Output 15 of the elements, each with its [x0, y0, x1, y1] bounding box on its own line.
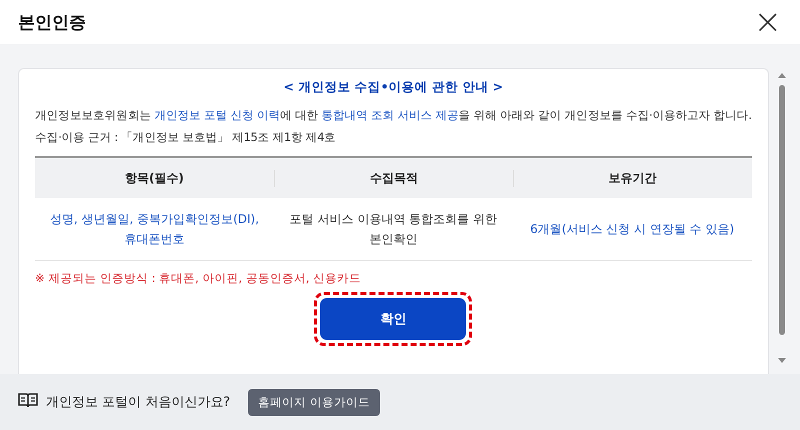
table-cell-text: 성명, 생년월일, 중복가입확인정보(DI), 휴대폰번호	[48, 211, 260, 248]
column-header: 보유기간	[608, 170, 657, 187]
table-cell-text: 포털 서비스 이용내역 통합조회를 위한 본인확인	[288, 211, 498, 248]
intro-text: 개인정보보호위원회는 개인정보 포털 신청 이력에 대한 통합내역 조회 서비스 제공을 위해 아래와 같이 개인정보를 수집·이용하고자 합니다.	[35, 107, 752, 124]
table-cell-text: 6개월(서비스 신청 시 연장될 수 있음)	[530, 221, 734, 238]
guide-button[interactable]: 홈페이지 이용가이드	[248, 388, 380, 416]
column-header: 항목(필수)	[124, 170, 184, 187]
column-header: 수집목적	[370, 170, 418, 187]
close-button[interactable]: ×	[750, 5, 786, 39]
auth-methods-note: ※ 제공되는 인증방식 : 휴대폰, 아이핀, 공동인증서, 신용카드	[35, 271, 362, 286]
first-visit-text: 개인정보 포털이 처음이신가요?	[46, 394, 230, 411]
dialog-title: 본인인증	[18, 12, 86, 34]
confirm-button[interactable]: 확인	[320, 298, 466, 340]
notice-heading: < 개인정보 수집•이용에 관한 안내 >	[282, 79, 504, 96]
legal-basis-text: 수집·이용 근거 : 「개인정보 보호법」 제15조 제1항 제4호	[35, 129, 337, 146]
